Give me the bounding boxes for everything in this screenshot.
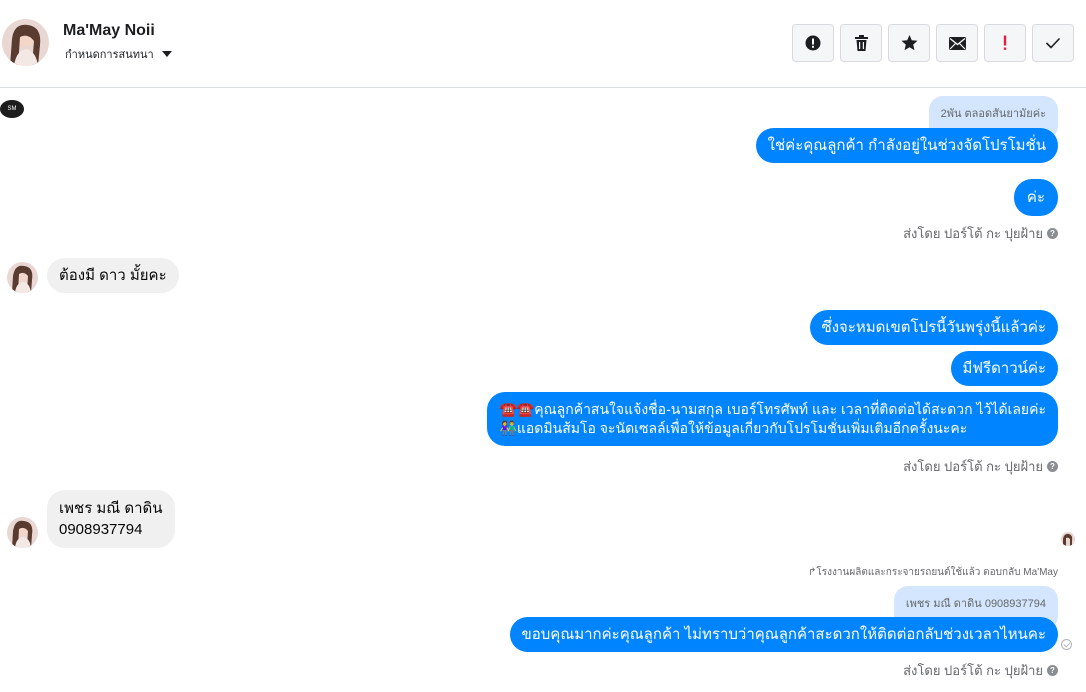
outgoing-message[interactable]: ซึ่งจะหมดเขตโปรนี้วันพรุ่งนี้แล้วค่ะ (809, 310, 1058, 345)
mark-spam-button[interactable] (792, 24, 834, 62)
sent-by-text: ส่งโดย ปอร์โต้ กะ ปุยฝ้าย (903, 663, 1043, 678)
message-bubble: ☎️☎️คุณลูกค้าสนใจแจ้งชื่อ-นามสกุล เบอร์โ… (487, 392, 1058, 446)
check-icon (1045, 37, 1061, 49)
outgoing-message[interactable]: มีฟรีดาวน์ค่ะ (950, 351, 1058, 386)
message-bubble: เพชร มณี ดาดิน 0908937794 (47, 490, 175, 548)
incoming-message[interactable]: ต้องมี ดาว มั้ยคะ (47, 258, 179, 293)
star-icon (901, 35, 917, 51)
mark-important-button[interactable] (984, 24, 1026, 62)
message-line: เพชร มณี ดาดิน (59, 500, 163, 517)
report-icon (805, 35, 821, 51)
conversation-schedule-label: กำหนดการสนทนา (65, 49, 154, 61)
contact-name: Ma'May Noii (63, 22, 155, 39)
mark-done-button[interactable] (1032, 24, 1074, 62)
envelope-icon (948, 36, 966, 50)
avatar-photo (1061, 532, 1075, 546)
message-bubble: มีฟรีดาวน์ค่ะ (950, 351, 1058, 386)
avatar-photo (2, 19, 49, 66)
help-icon[interactable]: ? (1047, 461, 1058, 472)
help-icon[interactable]: ? (1047, 665, 1058, 676)
page-logo: SM (0, 100, 24, 118)
message-bubble: ใช่ค่ะคุณลูกค้า กำลังอยู่ในช่วงจัดโปรโมช… (755, 128, 1058, 163)
message-line: ☎️☎️คุณลูกค้าสนใจแจ้งชื่อ-นามสกุล เบอร์โ… (499, 401, 1046, 417)
help-icon[interactable]: ? (1047, 228, 1058, 239)
outgoing-message[interactable]: ขอบคุณมากค่ะคุณลูกค้า ไม่ทราบว่าคุณลูกค้… (509, 617, 1058, 652)
sent-by-label: ส่งโดย ปอร์โต้ กะ ปุยฝ้าย ? (903, 456, 1058, 477)
sent-by-label: ส่งโดย ปอร์โต้ กะ ปุยฝ้าย ? (903, 223, 1058, 244)
conversation-header: Ma'May Noii กำหนดการสนทนา (0, 0, 1086, 88)
outgoing-message[interactable]: ค่ะ (1013, 179, 1058, 216)
contact-avatar-small[interactable] (7, 262, 38, 293)
message-bubble: ขอบคุณมากค่ะคุณลูกค้า ไม่ทราบว่าคุณลูกค้… (509, 617, 1058, 652)
avatar-photo (7, 262, 38, 293)
incoming-message[interactable]: เพชร มณี ดาดิน 0908937794 (47, 490, 175, 548)
message-bubble: ค่ะ (1013, 179, 1058, 216)
mark-unread-button[interactable] (936, 24, 978, 62)
quoted-message-text: เพชร มณี ดาดิน 0908937794 (905, 598, 1046, 610)
delivered-check-icon (1061, 639, 1072, 650)
avatar-photo (7, 517, 38, 548)
message-bubble: ซึ่งจะหมดเขตโปรนี้วันพรุ่งนี้แล้วค่ะ (809, 310, 1058, 345)
reply-context-note: ↱โรงงานผลิตและกระจายรถยนต์ใช้แล้ว ตอบกลั… (808, 567, 1058, 578)
message-line: 👫แอดมินส้มโอ จะนัดเซลล์เพื่อให้ข้อมูลเกี… (499, 420, 968, 436)
message-bubble: ต้องมี ดาว มั้ยคะ (47, 258, 179, 293)
outgoing-message[interactable]: ใช่ค่ะคุณลูกค้า กำลังอยู่ในช่วงจัดโปรโมช… (755, 128, 1058, 163)
quoted-message-text: 2พัน ตลอดสันยามัยค่ะ (940, 108, 1046, 120)
caret-down-icon (161, 51, 172, 57)
outgoing-message[interactable]: ☎️☎️คุณลูกค้าสนใจแจ้งชื่อ-นามสกุล เบอร์โ… (487, 392, 1058, 446)
conversation-schedule-dropdown[interactable]: กำหนดการสนทนา (65, 45, 172, 63)
sent-by-text: ส่งโดย ปอร์โต้ กะ ปุยฝ้าย (903, 226, 1043, 241)
seen-avatar (1061, 532, 1075, 546)
contact-avatar[interactable] (2, 19, 49, 66)
trash-icon (854, 35, 868, 51)
delete-button[interactable] (840, 24, 882, 62)
contact-avatar-small[interactable] (7, 517, 38, 548)
star-button[interactable] (888, 24, 930, 62)
page-logo-text: SM (7, 106, 17, 112)
sent-by-text: ส่งโดย ปอร์โต้ กะ ปุยฝ้าย (903, 459, 1043, 474)
message-line: 0908937794 (59, 521, 143, 538)
sent-by-label: ส่งโดย ปอร์โต้ กะ ปุยฝ้าย ? (903, 660, 1058, 681)
exclamation-icon (1003, 35, 1007, 50)
conversation-toolbar (792, 24, 1074, 62)
